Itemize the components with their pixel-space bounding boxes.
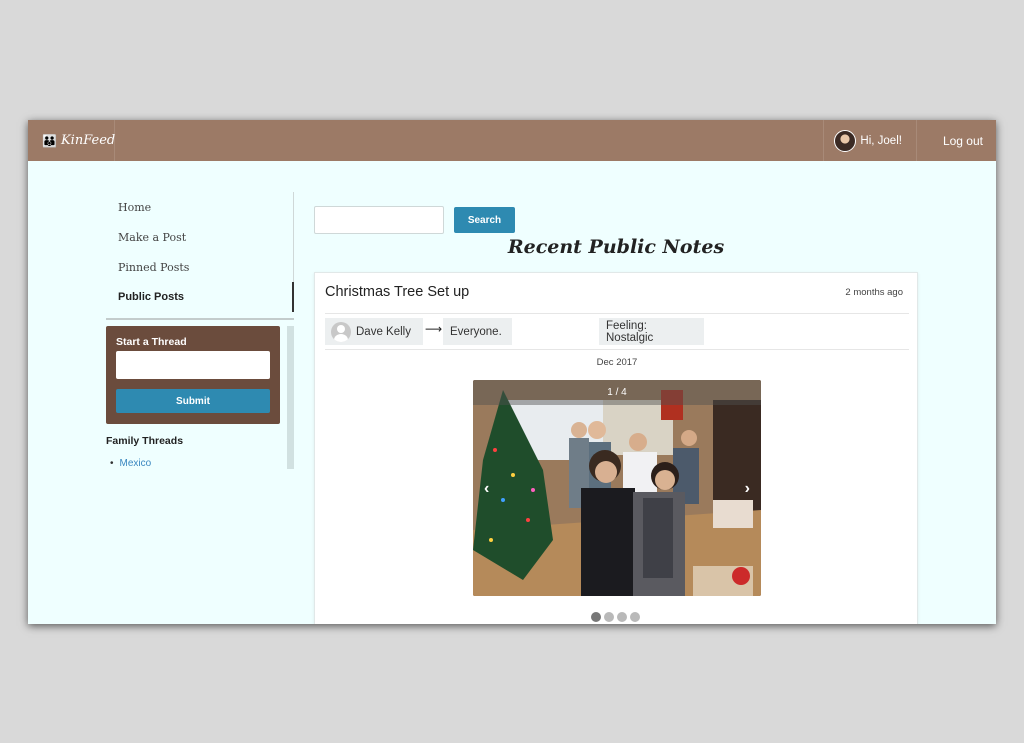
brand-logo[interactable]: 👪 KinFeed: [28, 120, 115, 161]
carousel-dot[interactable]: [591, 612, 601, 622]
search-button[interactable]: Search: [454, 207, 515, 233]
user-menu[interactable]: Hi, Joel!: [823, 120, 917, 161]
post-author-chip[interactable]: Dave Kelly: [325, 318, 423, 345]
chevron-right-icon[interactable]: ›: [745, 480, 750, 498]
post-author: Dave Kelly: [356, 325, 411, 338]
family-threads-title: Family Threads: [106, 435, 184, 447]
nav-right: Hi, Joel! Log out: [823, 120, 996, 161]
carousel-photo: [473, 380, 761, 596]
sidebar-divider: [106, 318, 294, 320]
post-card: Christmas Tree Set up 2 months ago Dave …: [314, 272, 918, 624]
post-feeling-chip: Feeling: Nostalgic: [599, 318, 704, 345]
avatar: [834, 129, 857, 152]
search-input[interactable]: [314, 206, 444, 234]
carousel-dot[interactable]: [604, 612, 614, 622]
user-avatar-icon: [331, 321, 351, 342]
start-thread-title: Start a Thread: [116, 336, 187, 348]
page-title: Recent Public Notes: [507, 236, 725, 258]
sidebar-scrollbar[interactable]: [287, 326, 294, 469]
sidebar-item-pinned-posts[interactable]: Pinned Posts: [106, 252, 293, 282]
start-thread-panel: Start a Thread Submit: [106, 326, 280, 424]
thread-submit-button[interactable]: Submit: [116, 389, 270, 413]
carousel-dot[interactable]: [617, 612, 627, 622]
post-date: Dec 2017: [596, 357, 638, 368]
carousel-indicators: [591, 612, 640, 622]
carousel-dot[interactable]: [630, 612, 640, 622]
family-thread-link[interactable]: Mexico: [110, 458, 152, 469]
logout-link[interactable]: Log out: [917, 120, 996, 161]
photo-carousel[interactable]: 1 / 4 ‹ ›: [473, 380, 761, 596]
post-title: Christmas Tree Set up: [325, 284, 470, 300]
thread-input[interactable]: [116, 351, 270, 379]
sidebar-item-public-posts[interactable]: Public Posts: [106, 282, 294, 312]
post-divider-top: [325, 313, 909, 314]
sidebar-nav: Home Make a Post Pinned Posts Public Pos…: [106, 192, 294, 312]
post-divider-bottom: [325, 349, 909, 350]
user-greeting: Hi, Joel!: [860, 134, 902, 147]
app-window: 👪 KinFeed Hi, Joel! Log out Home Make a …: [28, 120, 996, 624]
carousel-counter: 1 / 4: [473, 380, 761, 405]
navbar: 👪 KinFeed Hi, Joel! Log out: [28, 120, 996, 161]
post-timestamp: 2 months ago: [845, 287, 903, 298]
arrow-right-icon: ⟶: [425, 322, 443, 336]
chevron-left-icon[interactable]: ‹: [484, 480, 489, 498]
post-audience-chip: Everyone.: [443, 318, 512, 345]
users-icon: 👪: [42, 133, 57, 148]
family-threads-list: Mexico: [110, 458, 152, 469]
sidebar-item-home[interactable]: Home: [106, 192, 293, 222]
brand-name: KinFeed: [60, 133, 116, 148]
sidebar-item-make-post[interactable]: Make a Post: [106, 222, 293, 252]
